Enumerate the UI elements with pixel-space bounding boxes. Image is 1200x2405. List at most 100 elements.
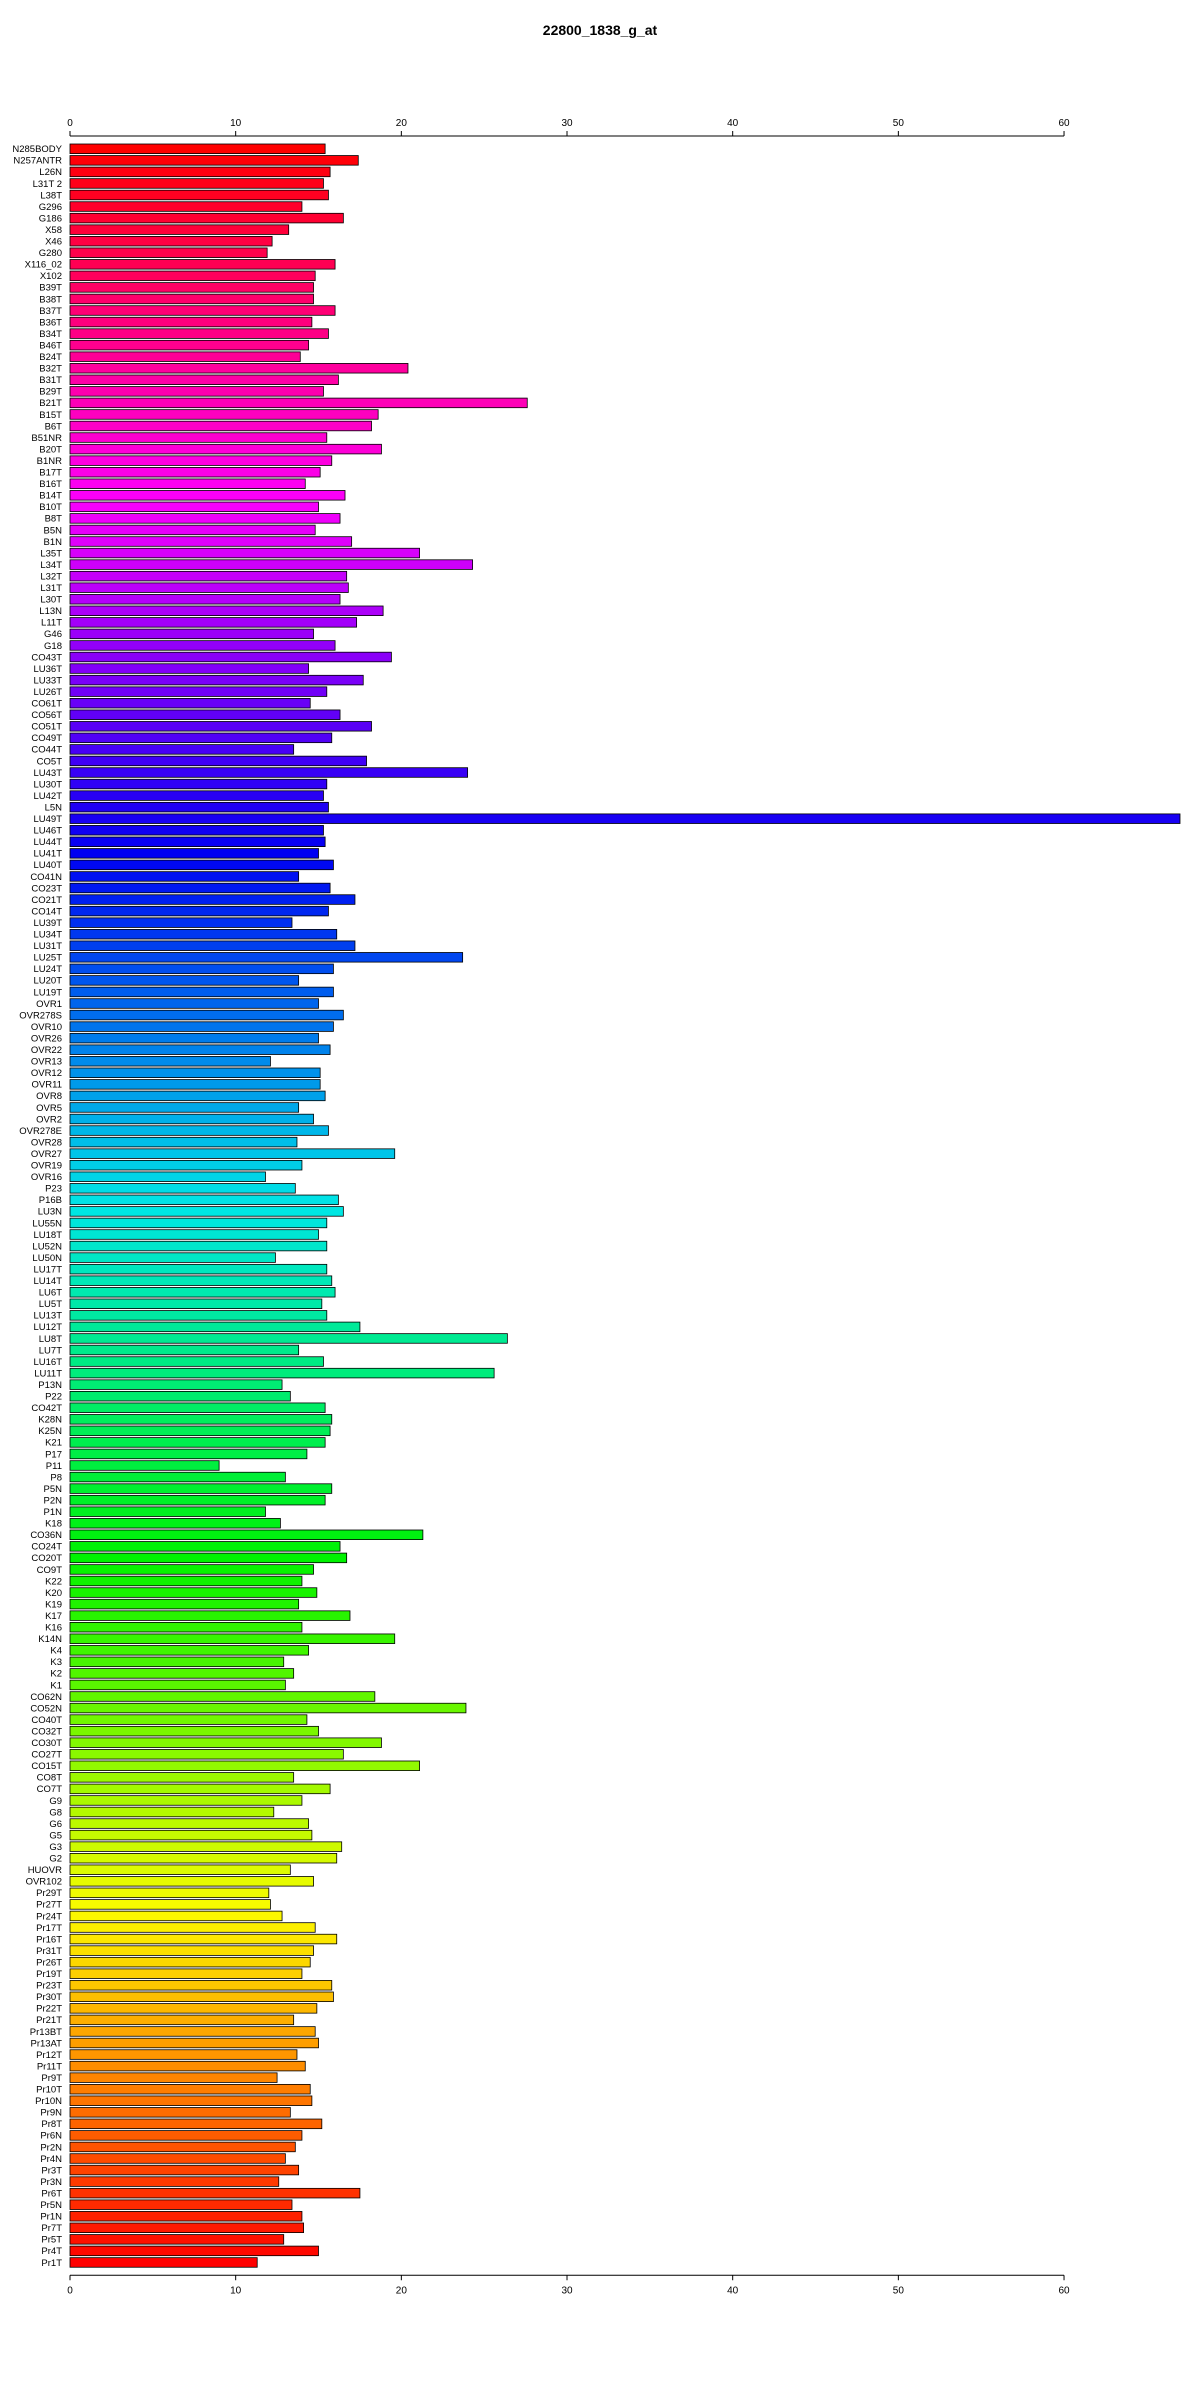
category-label: B1N [44,537,63,548]
bar [69,178,324,189]
category-label: Pr7T [41,2223,62,2234]
category-label: L35T [40,548,62,559]
category-label: B51NR [31,433,62,444]
bar [69,1032,319,1044]
bar [69,1668,295,1679]
category-label: P22 [45,1392,62,1403]
category-label: Pr6T [41,2188,62,2199]
bar [69,1610,351,1621]
category-label: CO20T [31,1553,62,1564]
bar [69,2153,286,2164]
bar [69,536,353,547]
bar [69,282,314,293]
category-label: LU52N [32,1241,62,1252]
category-label: X46 [45,237,62,248]
bar [69,1183,296,1194]
x-tick-label: 30 [561,2285,573,2296]
category-label: N285BODY [12,144,62,155]
bar [69,1171,266,1182]
category-label: K18 [45,1519,62,1530]
category-label: Pr9T [41,2073,62,2084]
category-label: CO5T [37,756,63,767]
bar [69,1321,361,1333]
bar [69,1356,324,1367]
x-tick-label: 40 [727,2285,739,2296]
bar [69,513,341,524]
bar [69,1991,334,2003]
category-label: Pr13BT [30,2027,62,2038]
category-label: LU49T [33,814,62,825]
bar [69,1229,319,1240]
bar [69,582,349,593]
bar [69,363,409,374]
category-label: Pr6N [40,2131,62,2142]
category-label: OVR12 [31,1068,62,1079]
bar [69,963,334,975]
category-label: G8 [49,1807,62,1818]
bar [69,721,372,732]
bar [69,698,311,709]
bar [69,2245,319,2257]
bar [69,1956,311,1968]
category-label: CO51T [31,722,62,733]
bar [69,709,341,720]
category-label: CO9T [37,1565,63,1576]
category-label: B39T [39,283,62,294]
category-label: K1 [50,1680,62,1691]
bar [69,1494,326,1506]
bar [69,1714,308,1725]
bar [69,397,528,409]
bar [69,859,334,871]
category-label: X102 [40,271,62,282]
x-tick-label: 60 [1058,2285,1070,2296]
category-label: G280 [39,248,62,259]
bar [69,1437,326,1448]
category-label: L31T [40,583,62,594]
category-label: LU14T [33,1276,62,1287]
category-label: LU30T [33,779,62,790]
category-label: LU11T [34,1368,62,1379]
category-label: Pr4N [40,2154,62,2165]
category-label: G186 [39,213,62,224]
category-label: CO36N [30,1530,62,1541]
bar [69,155,359,166]
category-label: Pr13AT [30,2038,62,2049]
category-label: Pr30T [36,1992,62,2003]
category-label: LU24T [33,964,62,975]
bar [69,1275,333,1286]
bar [69,1448,308,1460]
category-label: Pr22T [36,2004,62,2015]
category-label: LU18T [33,1230,62,1241]
category-label: Pr12T [36,2050,62,2061]
bar [69,166,331,178]
bar [69,305,336,316]
bar [69,998,319,1009]
category-label: Pr11T [37,2061,62,2072]
bar [69,2176,280,2187]
category-label: LU55N [32,1218,62,1229]
category-label: K28N [38,1415,62,1426]
bar [69,1806,275,1818]
bar [69,1564,314,1575]
category-label: L5N [45,802,63,813]
category-label: LU20T [33,976,62,987]
bar [69,1044,331,1055]
bar [69,1518,281,1529]
category-label: LU34T [33,930,62,941]
category-label: G2 [49,1854,62,1865]
x-tick-label: 50 [893,118,905,129]
x-tick-label: 20 [396,118,408,129]
category-label: LU31T [33,941,62,952]
category-label: Pr4T [41,2246,62,2257]
bar [69,1240,328,1252]
category-label: Pr5T [41,2235,62,2246]
bar [69,1552,348,1564]
bar [69,1968,303,1979]
bar [69,212,344,224]
bar [69,559,473,570]
bar [69,1056,271,1067]
category-label: CO43T [31,652,62,663]
bar [69,825,324,836]
category-label: B34T [39,329,62,340]
category-label: B21T [39,398,62,409]
